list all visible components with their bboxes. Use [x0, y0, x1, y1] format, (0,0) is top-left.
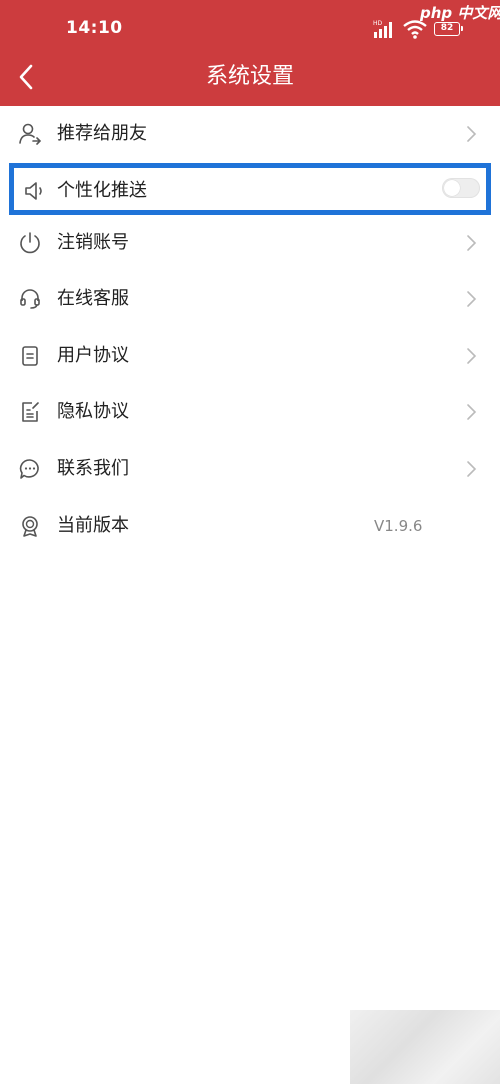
app-header: 14:10 HD 82 php 中文网 系统设置: [0, 0, 500, 106]
settings-screen: 14:10 HD 82 php 中文网 系统设置 推荐给朋友 个性化推送 注销账…: [0, 0, 500, 1084]
settings-item-recommend[interactable]: 推荐给朋友: [0, 106, 500, 163]
settings-item-label: 联系我们: [57, 457, 129, 479]
chevron-right-icon: [465, 234, 477, 252]
version-value: V1.9.6: [374, 516, 423, 535]
settings-item-label: 隐私协议: [57, 401, 129, 423]
chevron-right-icon: [465, 125, 477, 143]
settings-item-current-version: 当前版本 V1.9.6: [0, 498, 500, 555]
settings-item-online-support[interactable]: 在线客服: [0, 271, 500, 328]
chevron-right-icon: [465, 403, 477, 421]
edit-document-icon: [18, 400, 42, 424]
watermark-logo: php 中文网: [420, 4, 500, 22]
settings-item-contact-us[interactable]: 联系我们: [0, 441, 500, 498]
chevron-right-icon: [465, 347, 477, 365]
chevron-right-icon: [465, 460, 477, 478]
settings-item-user-agreement[interactable]: 用户协议: [0, 328, 500, 385]
settings-item-label: 用户协议: [57, 344, 129, 366]
user-share-icon: [18, 122, 42, 146]
speaker-icon: [23, 179, 47, 203]
settings-item-personalized-push[interactable]: 个性化推送: [9, 162, 491, 215]
settings-item-label: 注销账号: [57, 231, 129, 253]
settings-item-label: 个性化推送: [57, 179, 147, 201]
settings-item-label: 在线客服: [57, 288, 129, 310]
chevron-right-icon: [465, 290, 477, 308]
headset-icon: [18, 287, 42, 311]
page-title: 系统设置: [205, 64, 294, 89]
settings-list: 推荐给朋友 个性化推送 注销账号 在线客服 用户协议 隐私协议 联系我们 当前版…: [0, 106, 500, 554]
power-icon: [18, 231, 42, 255]
personalized-push-toggle[interactable]: [442, 177, 480, 198]
network-type-label: HD: [373, 20, 383, 27]
badge-icon: [18, 514, 42, 538]
document-icon: [18, 344, 42, 368]
chat-bubble-icon: [18, 457, 42, 481]
blurred-region: [350, 1010, 500, 1084]
settings-item-delete-account[interactable]: 注销账号: [0, 215, 500, 272]
toggle-knob: [444, 179, 460, 196]
settings-item-label: 推荐给朋友: [57, 123, 147, 144]
status-bar: 14:10 HD 82 php 中文网: [0, 0, 500, 60]
settings-item-label: 当前版本: [57, 514, 129, 536]
settings-item-privacy-agreement[interactable]: 隐私协议: [0, 384, 500, 441]
status-time: 14:10: [66, 18, 123, 38]
